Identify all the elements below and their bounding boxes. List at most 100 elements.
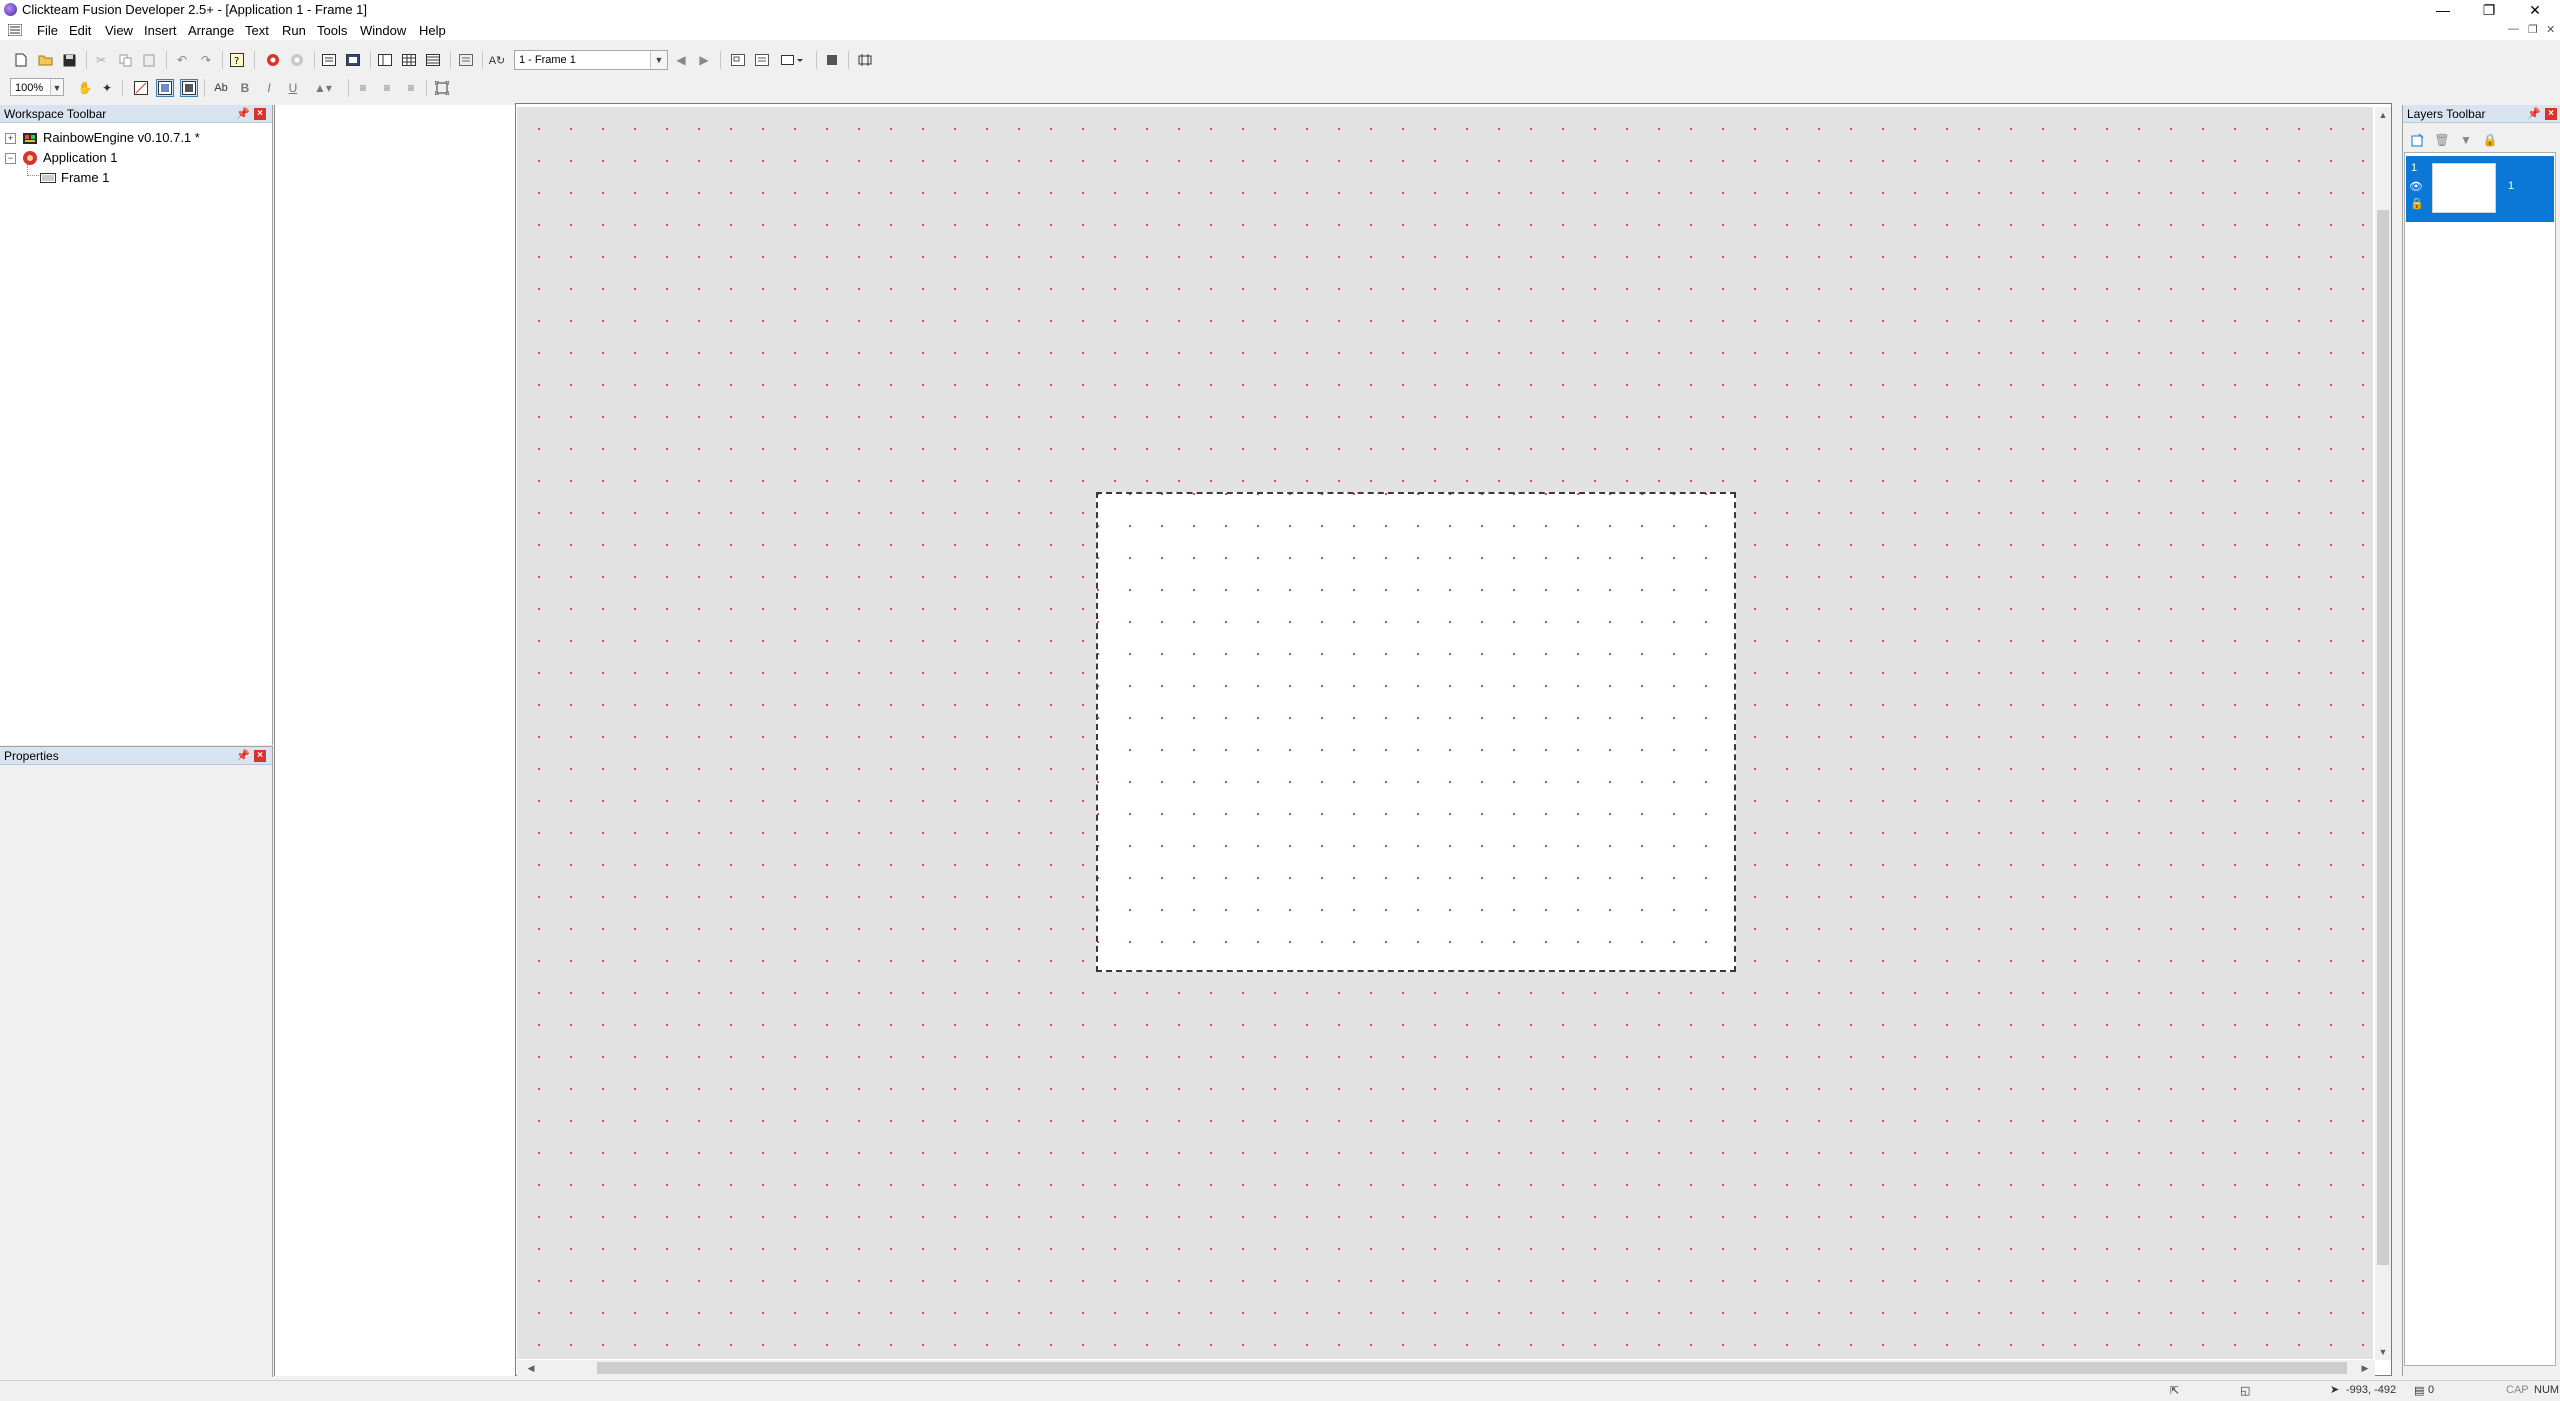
workspace-title: Workspace Toolbar — [4, 107, 107, 121]
layer-options-icon[interactable]: ▼ — [2457, 131, 2475, 149]
menu-run[interactable]: Run — [282, 23, 306, 38]
menu-arrange[interactable]: Arrange — [188, 23, 234, 38]
visibility-eye-icon[interactable]: 👁 — [2409, 180, 2423, 193]
layer-object-count: 1 — [2508, 180, 2515, 192]
restore-button[interactable]: ❐ — [2466, 0, 2512, 20]
hand-tool-icon[interactable]: ✋ — [76, 79, 94, 97]
pin-icon[interactable]: 📌 — [236, 107, 250, 120]
display-mode-dropdown[interactable] — [779, 51, 805, 69]
menu-text[interactable]: Text — [245, 23, 269, 38]
scroll-left-icon[interactable]: ◀ — [523, 1360, 539, 1376]
underline-icon[interactable]: U — [284, 79, 302, 97]
frame-area[interactable] — [1096, 492, 1736, 972]
stop-icon[interactable] — [823, 51, 841, 69]
frame-selector-dropdown[interactable]: 1 - Frame 1 ▼ — [514, 50, 668, 70]
event-editor-icon[interactable] — [400, 51, 418, 69]
tree-item-application[interactable]: Application 1 — [43, 150, 117, 165]
undo-icon[interactable]: ↶ — [173, 51, 191, 69]
picture-editor-icon[interactable] — [376, 51, 394, 69]
expand-icon[interactable]: + — [5, 133, 16, 144]
frame-list-icon[interactable] — [753, 51, 771, 69]
zoom-value: 100% — [15, 82, 44, 94]
toolbar-separator — [450, 51, 451, 69]
lock-layer-icon[interactable]: 🔒 — [2481, 131, 2499, 149]
scroll-up-icon[interactable]: ▲ — [2375, 107, 2391, 123]
horizontal-scroll-thumb[interactable] — [597, 1362, 2347, 1374]
toolbar-separator — [720, 51, 721, 69]
close-icon[interactable]: × — [2545, 108, 2557, 120]
menu-file[interactable]: File — [37, 23, 58, 38]
event-list-editor-icon[interactable] — [424, 51, 442, 69]
previous-frame-icon[interactable]: ◀ — [672, 51, 690, 69]
copy-icon[interactable] — [116, 51, 134, 69]
tree-item-frame[interactable]: Frame 1 — [61, 170, 109, 185]
open-folder-icon[interactable] — [36, 51, 54, 69]
scroll-down-icon[interactable]: ▼ — [2375, 1344, 2391, 1360]
show-grid-icon[interactable] — [132, 79, 150, 97]
resize-icon: ◱ — [2240, 1385, 2251, 1397]
mdi-minimize-icon[interactable]: — — [2508, 23, 2519, 35]
zoom-frame-icon[interactable] — [729, 51, 747, 69]
menu-window[interactable]: Window — [360, 23, 406, 38]
snap-to-grid-icon[interactable] — [156, 79, 174, 97]
text-color-dropdown[interactable]: ▲▾ — [308, 79, 338, 97]
layer-lock-icon[interactable]: 🔒 — [2410, 197, 2424, 210]
save-icon[interactable] — [60, 51, 78, 69]
vertical-scroll-thumb[interactable] — [2377, 210, 2389, 1265]
workspace-header: Workspace Toolbar — [0, 105, 272, 123]
close-button[interactable]: ✕ — [2512, 0, 2558, 20]
frame-selector-value: 1 - Frame 1 — [519, 54, 576, 66]
object-count: 0 — [2428, 1384, 2435, 1396]
close-icon[interactable]: × — [254, 750, 266, 762]
new-layer-icon[interactable] — [2409, 131, 2427, 149]
paste-icon[interactable] — [140, 51, 158, 69]
next-frame-icon[interactable]: ▶ — [695, 51, 713, 69]
data-elements-icon[interactable] — [457, 51, 475, 69]
pin-icon[interactable]: 📌 — [2527, 107, 2541, 120]
bold-icon[interactable]: B — [236, 79, 254, 97]
num-lock-indicator: NUM — [2534, 1384, 2560, 1396]
build-application-icon[interactable] — [856, 51, 874, 69]
zoom-dropdown[interactable]: 100% ▼ — [10, 78, 64, 96]
italic-icon[interactable]: I — [260, 79, 278, 97]
fit-frame-icon[interactable] — [433, 79, 451, 97]
minimize-button[interactable]: — — [2420, 0, 2466, 20]
redo-icon[interactable]: ↷ — [197, 51, 215, 69]
run-frame-icon[interactable] — [288, 51, 306, 69]
scroll-right-icon[interactable]: ▶ — [2357, 1360, 2373, 1376]
app-icon — [4, 3, 17, 16]
toolbar-separator — [222, 51, 223, 69]
help-icon[interactable]: ? — [228, 51, 246, 69]
toolbar-separator — [816, 51, 817, 69]
mdi-restore-icon[interactable]: ❐ — [2528, 23, 2538, 36]
delete-layer-icon[interactable]: 🗑 — [2433, 131, 2451, 149]
script-editor-icon[interactable]: A↻ — [488, 51, 506, 69]
mdi-close-icon[interactable]: ✕ — [2546, 23, 2555, 36]
wand-tool-icon[interactable]: ✦ — [98, 79, 116, 97]
menu-tools[interactable]: Tools — [317, 23, 347, 38]
align-center-icon[interactable]: ≡ — [378, 79, 396, 97]
align-left-icon[interactable]: ≡ — [354, 79, 372, 97]
tree-line — [27, 175, 41, 177]
run-application-icon[interactable] — [264, 51, 282, 69]
storyboard-editor-icon[interactable] — [320, 51, 338, 69]
close-icon[interactable]: × — [254, 108, 266, 120]
new-file-icon[interactable] — [12, 51, 30, 69]
frame-icon — [40, 171, 56, 183]
cut-icon[interactable]: ✂ — [92, 51, 110, 69]
menu-help[interactable]: Help — [419, 23, 446, 38]
menu-edit[interactable]: Edit — [69, 23, 91, 38]
cursor-coordinates: -993, -492 — [2346, 1384, 2397, 1396]
pin-icon[interactable]: 📌 — [236, 749, 250, 762]
collapse-icon[interactable]: − — [5, 153, 16, 164]
align-right-icon[interactable]: ≡ — [402, 79, 420, 97]
toolbar-separator — [348, 79, 349, 97]
editor-toolbar: 100% ▼ ✋ ✦ Ab B I U ▲▾ ≡ ≡ ≡ — [0, 75, 2560, 101]
menu-insert[interactable]: Insert — [144, 23, 177, 38]
tree-item-project[interactable]: RainbowEngine v0.10.7.1 * — [43, 130, 200, 145]
system-menu-icon[interactable] — [8, 24, 22, 36]
frame-editor-icon[interactable] — [344, 51, 362, 69]
text-tool-icon[interactable]: Ab — [212, 79, 230, 97]
grid-setup-icon[interactable] — [180, 79, 198, 97]
menu-view[interactable]: View — [105, 23, 133, 38]
